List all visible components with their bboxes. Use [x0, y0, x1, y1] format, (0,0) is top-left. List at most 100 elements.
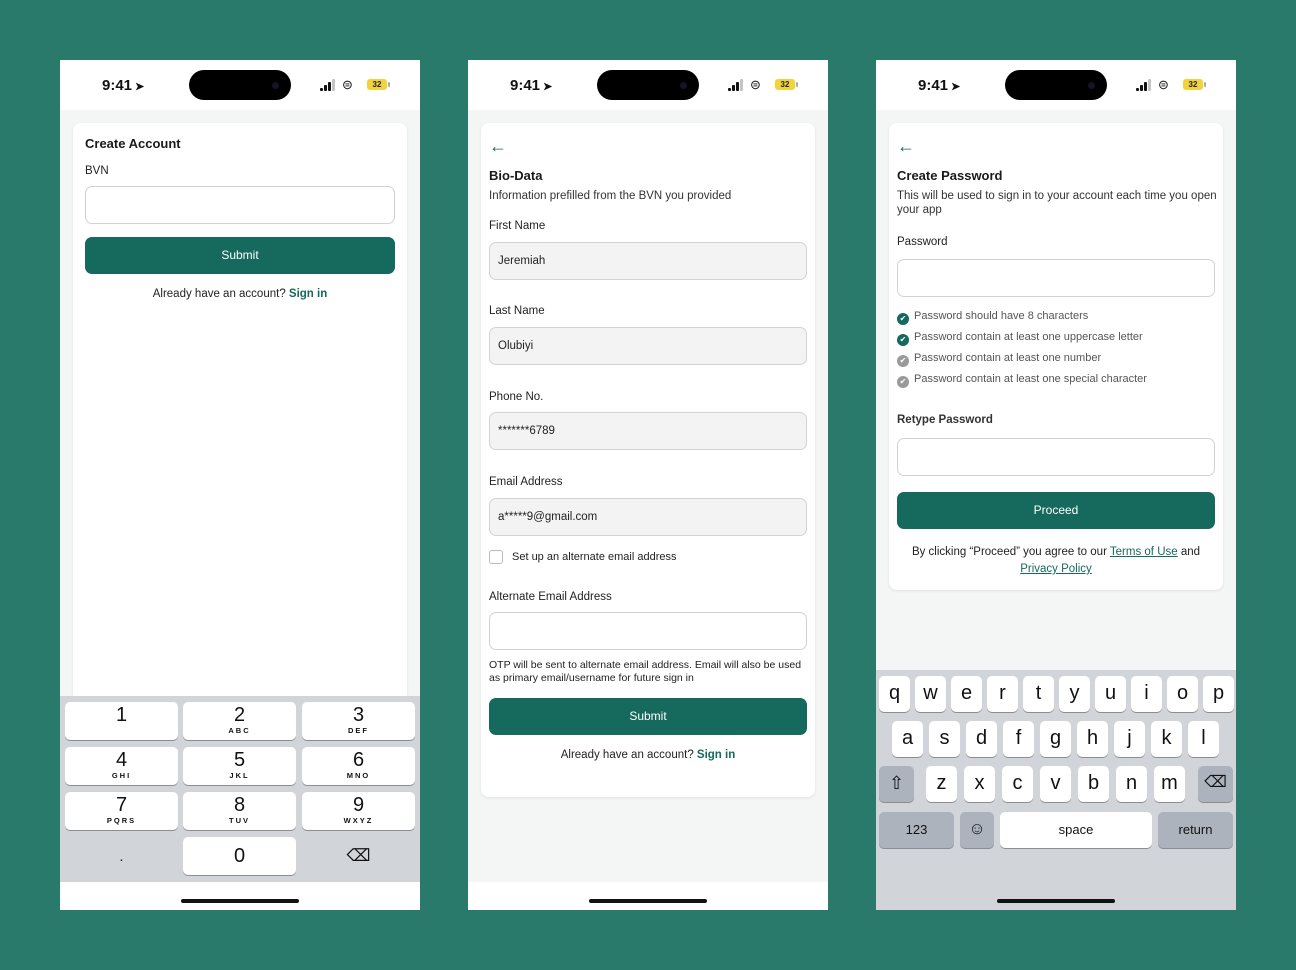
key-m[interactable]: m [1154, 766, 1185, 802]
home-area [876, 882, 1236, 910]
proceed-button[interactable]: Proceed [897, 492, 1215, 529]
alternate-email-label: Alternate Email Address [489, 591, 612, 603]
key-w[interactable]: w [915, 676, 946, 712]
bvn-label: BVN [85, 165, 109, 177]
phone-screen-bio-data: 9:41 ➤ ⊜ 32 ← Bio-Data Information prefil… [468, 60, 828, 910]
space-key[interactable]: space [1000, 812, 1152, 848]
backspace-icon[interactable]: ⌫ [1198, 766, 1233, 802]
key-i[interactable]: i [1131, 676, 1162, 712]
location-arrow-icon: ➤ [951, 81, 961, 93]
key-t[interactable]: t [1023, 676, 1054, 712]
back-arrow-icon[interactable]: ← [897, 137, 915, 155]
key-k[interactable]: k [1151, 721, 1182, 757]
signal-icon [1136, 79, 1153, 91]
key-h[interactable]: h [1077, 721, 1108, 757]
key-a[interactable]: a [892, 721, 923, 757]
key-9[interactable]: 9 WXYZ [302, 792, 415, 830]
key-d[interactable]: d [966, 721, 997, 757]
terms-notice: By clicking “Proceed” you agree to our T… [897, 544, 1215, 578]
link-icon: ⊜ [342, 77, 353, 92]
first-name-label: First Name [489, 220, 546, 232]
key-f[interactable]: f [1003, 721, 1034, 757]
key-z[interactable]: z [926, 766, 957, 802]
retype-password-label: Retype Password [897, 414, 993, 426]
key-g[interactable]: g [1040, 721, 1071, 757]
battery-icon: 32 [367, 79, 390, 90]
key-x[interactable]: x [964, 766, 995, 802]
phone-field[interactable]: *******6789 [489, 412, 807, 450]
signal-icon [728, 79, 745, 91]
check-circle-icon: ✔ [897, 355, 909, 367]
phone-screen-create-account: 9:41 ➤ ⊜ 32 Create Account BVN Submit Alr… [60, 60, 420, 910]
email-field[interactable]: a*****9@gmail.com [489, 498, 807, 536]
key-s[interactable]: s [929, 721, 960, 757]
key-j[interactable]: j [1114, 721, 1145, 757]
first-name-field[interactable]: Jeremiah [489, 242, 807, 280]
check-circle-icon: ✔ [897, 376, 909, 388]
alternate-email-checkbox-label: Set up an alternate email address [512, 551, 677, 563]
numbers-key[interactable]: 123 [879, 812, 954, 848]
return-key[interactable]: return [1158, 812, 1233, 848]
create-password-card: ← Create Password This will be used to s… [889, 123, 1223, 590]
email-label: Email Address [489, 476, 563, 488]
otp-note: OTP will be sent to alternate email addr… [489, 659, 802, 684]
link-icon: ⊜ [1158, 77, 1169, 92]
last-name-field[interactable]: Olubiyi [489, 327, 807, 365]
link-icon: ⊜ [750, 77, 761, 92]
key-6[interactable]: 6 MNO [302, 747, 415, 785]
check-circle-icon: ✔ [897, 334, 909, 346]
requirement-length: ✔ Password should have 8 characters [897, 309, 1088, 325]
key-5[interactable]: 5 JKL [183, 747, 296, 785]
bvn-input[interactable] [85, 186, 395, 224]
alternate-email-checkbox[interactable] [489, 550, 503, 564]
key-l[interactable]: l [1188, 721, 1219, 757]
status-time: 9:41 ➤ [510, 77, 553, 94]
terms-of-use-link[interactable]: Terms of Use [1110, 546, 1178, 558]
dynamic-island [1005, 70, 1107, 100]
home-indicator[interactable] [589, 899, 707, 903]
key-c[interactable]: c [1002, 766, 1033, 802]
key-4[interactable]: 4 GHI [65, 747, 178, 785]
back-arrow-icon[interactable]: ← [489, 137, 507, 155]
status-time: 9:41 ➤ [918, 77, 961, 94]
signal-icon [320, 79, 337, 91]
submit-button[interactable]: Submit [85, 237, 395, 274]
key-3[interactable]: 3 DEF [302, 702, 415, 740]
key-1[interactable]: 1 [65, 702, 178, 740]
home-indicator[interactable] [997, 899, 1115, 903]
key-q[interactable]: q [879, 676, 910, 712]
sign-in-link[interactable]: Sign in [289, 288, 327, 300]
shift-icon[interactable]: ⇧ [879, 766, 914, 802]
page-subtitle: This will be used to sign in to your acc… [897, 190, 1217, 216]
key-2[interactable]: 2 ABC [183, 702, 296, 740]
bio-data-card: ← Bio-Data Information prefilled from th… [481, 123, 815, 797]
key-p[interactable]: p [1203, 676, 1234, 712]
status-bar: 9:41 ➤ ⊜ 32 [468, 60, 828, 110]
key-e[interactable]: e [951, 676, 982, 712]
password-input[interactable] [897, 259, 1215, 297]
key-decimal[interactable]: . [65, 837, 178, 875]
key-u[interactable]: u [1095, 676, 1126, 712]
key-r[interactable]: r [987, 676, 1018, 712]
alternate-email-input[interactable] [489, 612, 807, 650]
home-indicator[interactable] [181, 899, 299, 903]
have-account-text: Already have an account? [152, 288, 286, 300]
sign-in-link[interactable]: Sign in [697, 749, 735, 761]
key-0[interactable]: 0 [183, 837, 296, 875]
key-b[interactable]: b [1078, 766, 1109, 802]
key-n[interactable]: n [1116, 766, 1147, 802]
page-title: Create Password [897, 168, 1003, 183]
page-title: Bio-Data [489, 168, 543, 183]
backspace-icon[interactable]: ⌫ [302, 837, 415, 875]
sign-in-prompt: Already have an account? Sign in [489, 749, 807, 761]
emoji-icon[interactable]: ☺ [960, 812, 994, 848]
key-v[interactable]: v [1040, 766, 1071, 802]
submit-button[interactable]: Submit [489, 698, 807, 735]
key-8[interactable]: 8 TUV [183, 792, 296, 830]
key-7[interactable]: 7 PQRS [65, 792, 178, 830]
privacy-policy-link[interactable]: Privacy Policy [1020, 563, 1092, 575]
status-bar: 9:41 ➤ ⊜ 32 [60, 60, 420, 110]
key-o[interactable]: o [1167, 676, 1198, 712]
key-y[interactable]: y [1059, 676, 1090, 712]
retype-password-input[interactable] [897, 438, 1215, 476]
